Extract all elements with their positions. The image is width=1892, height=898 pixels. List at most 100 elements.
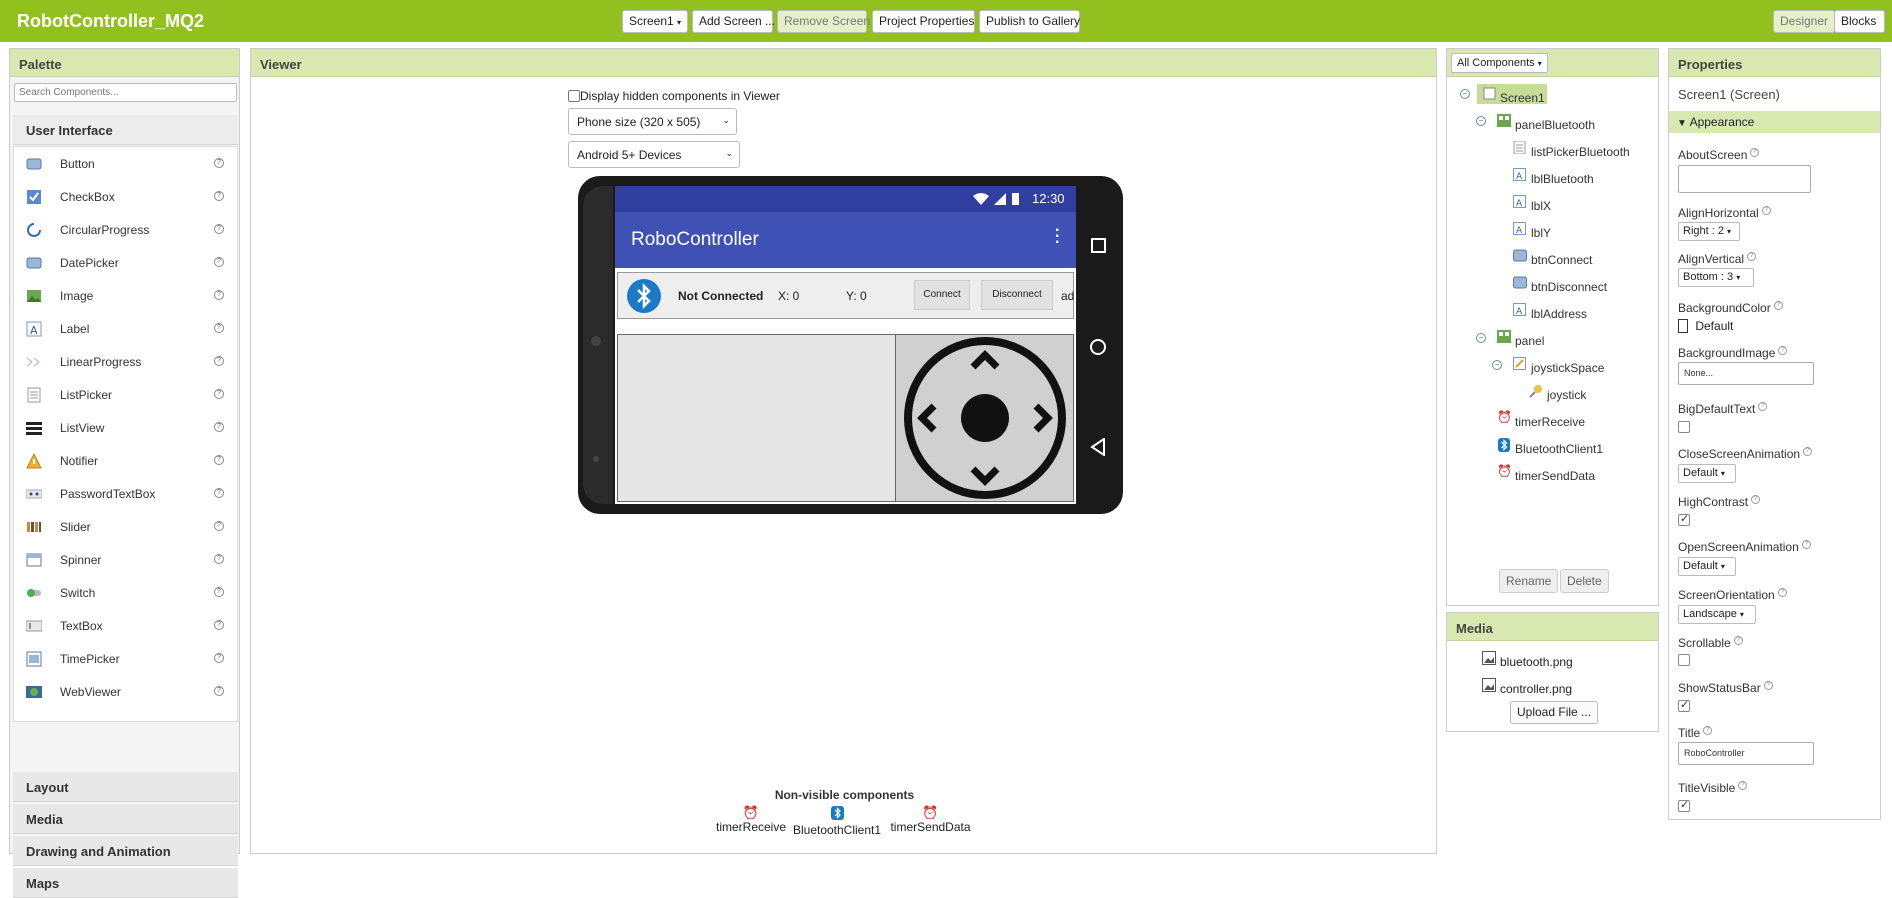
nonvisible-timer-send[interactable]: ⏰ timerSendData bbox=[888, 806, 973, 835]
open-animation-select[interactable]: Default ▾ bbox=[1678, 557, 1736, 576]
tree-item-lblx[interactable]: lblX bbox=[1531, 199, 1551, 213]
collapse-icon[interactable]: − bbox=[1476, 333, 1486, 343]
help-icon[interactable]: ? bbox=[214, 455, 224, 465]
palette-item-webviewer[interactable]: WebViewer ? bbox=[14, 675, 238, 708]
palette-item-timepicker[interactable]: TimePicker ? bbox=[14, 642, 238, 675]
tree-item-joystickspace[interactable]: joystickSpace bbox=[1531, 361, 1604, 375]
palette-item-switch[interactable]: Switch ? bbox=[14, 576, 238, 609]
remove-screen-button[interactable]: Remove Screen bbox=[777, 10, 870, 33]
help-icon[interactable]: ? bbox=[1801, 540, 1811, 549]
tree-item-timersenddata[interactable]: timerSendData bbox=[1515, 469, 1595, 483]
collapse-icon[interactable]: − bbox=[1492, 360, 1502, 370]
hidden-components-checkbox[interactable] bbox=[568, 90, 580, 102]
collapse-icon[interactable]: − bbox=[1460, 89, 1470, 99]
tree-item-panelbluetooth[interactable]: panelBluetooth bbox=[1515, 118, 1595, 132]
help-icon[interactable]: ? bbox=[214, 488, 224, 498]
close-animation-select[interactable]: Default ▾ bbox=[1678, 464, 1736, 483]
recents-nav-icon[interactable] bbox=[1091, 238, 1106, 253]
category-drawing-animation[interactable]: Drawing and Animation bbox=[13, 836, 238, 866]
title-visible-checkbox[interactable] bbox=[1678, 798, 1690, 812]
help-icon[interactable]: ? bbox=[1733, 636, 1743, 645]
palette-item-textbox[interactable]: TextBox ? bbox=[14, 609, 238, 642]
overflow-menu-icon[interactable]: · · · bbox=[1055, 223, 1060, 251]
help-icon[interactable]: ? bbox=[1738, 781, 1748, 790]
appearance-section[interactable]: ▼ Appearance bbox=[1669, 111, 1880, 133]
tree-item-screen1[interactable]: Screen1 bbox=[1500, 91, 1545, 105]
high-contrast-checkbox[interactable] bbox=[1678, 512, 1690, 526]
scrollable-checkbox[interactable] bbox=[1678, 654, 1690, 666]
category-media[interactable]: Media bbox=[13, 804, 238, 834]
screen-orientation-select[interactable]: Landscape ▾ bbox=[1678, 605, 1756, 624]
back-nav-icon[interactable] bbox=[1090, 438, 1106, 456]
palette-item-checkbox[interactable]: CheckBox ? bbox=[14, 180, 238, 213]
tree-item-lblbluetooth[interactable]: lblBluetooth bbox=[1531, 172, 1594, 186]
help-icon[interactable]: ? bbox=[1763, 681, 1773, 690]
nonvisible-timer-receive[interactable]: ⏰ timerReceive bbox=[716, 806, 786, 835]
project-properties-button[interactable]: Project Properties bbox=[872, 10, 975, 33]
help-icon[interactable]: ? bbox=[214, 191, 224, 201]
help-icon[interactable]: ? bbox=[1778, 346, 1788, 355]
rename-button[interactable]: Rename bbox=[1499, 569, 1559, 593]
palette-item-image[interactable]: Image ? bbox=[14, 279, 238, 312]
designer-button[interactable]: Designer bbox=[1773, 10, 1835, 33]
nonvisible-bluetooth-client[interactable]: BluetoothClient1 bbox=[789, 806, 885, 837]
upload-file-button[interactable]: Upload File ... bbox=[1510, 701, 1599, 724]
help-icon[interactable]: ? bbox=[214, 653, 224, 663]
palette-item-linearprogress[interactable]: LinearProgress ? bbox=[14, 345, 238, 378]
disconnect-button[interactable]: Disconnect bbox=[981, 280, 1053, 310]
bluetooth-icon[interactable] bbox=[627, 279, 661, 313]
device-select[interactable]: Android 5+ Devices ⌄ bbox=[568, 141, 740, 168]
publish-button[interactable]: Publish to Gallery bbox=[979, 10, 1080, 33]
palette-item-notifier[interactable]: Notifier ? bbox=[14, 444, 238, 477]
blocks-button[interactable]: Blocks bbox=[1834, 10, 1885, 33]
add-screen-button[interactable]: Add Screen ... bbox=[692, 10, 775, 33]
category-maps[interactable]: Maps bbox=[13, 868, 238, 898]
collapse-icon[interactable]: − bbox=[1476, 116, 1486, 126]
help-icon[interactable]: ? bbox=[214, 521, 224, 531]
help-icon[interactable]: ? bbox=[214, 158, 224, 168]
palette-item-listview[interactable]: ListView ? bbox=[14, 411, 238, 444]
align-vertical-select[interactable]: Bottom : 3 ▾ bbox=[1678, 268, 1754, 287]
delete-button[interactable]: Delete bbox=[1560, 569, 1609, 593]
connect-button[interactable]: Connect bbox=[914, 280, 970, 310]
about-screen-textarea[interactable] bbox=[1678, 165, 1811, 193]
palette-item-passwordtextbox[interactable]: PasswordTextBox ? bbox=[14, 477, 238, 510]
joystick-icon[interactable] bbox=[896, 335, 1074, 501]
help-icon[interactable]: ? bbox=[1750, 148, 1760, 157]
help-icon[interactable]: ? bbox=[1777, 588, 1787, 597]
help-icon[interactable]: ? bbox=[1703, 726, 1713, 735]
media-file-controller[interactable]: controller.png bbox=[1500, 682, 1572, 696]
tree-item-timerreceive[interactable]: timerReceive bbox=[1515, 415, 1585, 429]
category-user-interface[interactable]: User Interface bbox=[13, 115, 238, 145]
help-icon[interactable]: ? bbox=[214, 686, 224, 696]
big-default-text-checkbox[interactable] bbox=[1678, 421, 1690, 433]
palette-item-circularprogress[interactable]: CircularProgress ? bbox=[14, 213, 238, 246]
help-icon[interactable]: ? bbox=[214, 422, 224, 432]
palette-item-listpicker[interactable]: ListPicker ? bbox=[14, 378, 238, 411]
help-icon[interactable]: ? bbox=[214, 257, 224, 267]
screen-dropdown[interactable]: Screen1 ▾ bbox=[622, 10, 688, 33]
tree-item-joystick[interactable]: joystick bbox=[1547, 388, 1586, 402]
help-icon[interactable]: ? bbox=[1803, 447, 1813, 456]
palette-item-slider[interactable]: Slider ? bbox=[14, 510, 238, 543]
tree-item-btndisconnect[interactable]: btnDisconnect bbox=[1531, 280, 1607, 294]
background-image-picker[interactable]: None... bbox=[1678, 362, 1814, 385]
help-icon[interactable]: ? bbox=[214, 224, 224, 234]
align-horizontal-select[interactable]: Right : 2 ▾ bbox=[1678, 222, 1740, 241]
category-layout[interactable]: Layout bbox=[13, 772, 238, 802]
palette-item-datepicker[interactable]: DatePicker ? bbox=[14, 246, 238, 279]
help-icon[interactable]: ? bbox=[1773, 301, 1783, 310]
show-status-bar-checkbox[interactable] bbox=[1678, 698, 1690, 712]
help-icon[interactable]: ? bbox=[1758, 402, 1768, 411]
tree-item-lbly[interactable]: lblY bbox=[1531, 226, 1551, 240]
palette-item-label[interactable]: A Label ? bbox=[14, 312, 238, 345]
title-input[interactable]: RoboController bbox=[1678, 742, 1814, 765]
tree-item-panel[interactable]: panel bbox=[1515, 334, 1544, 348]
home-nav-icon[interactable] bbox=[1090, 339, 1106, 355]
search-components-input[interactable] bbox=[14, 83, 237, 102]
help-icon[interactable]: ? bbox=[214, 356, 224, 366]
phone-size-select[interactable]: Phone size (320 x 505) ⌄ bbox=[568, 108, 737, 135]
joystick-space[interactable] bbox=[895, 335, 1073, 501]
help-icon[interactable]: ? bbox=[214, 554, 224, 564]
tree-item-listpickerbluetooth[interactable]: listPickerBluetooth bbox=[1531, 145, 1630, 159]
